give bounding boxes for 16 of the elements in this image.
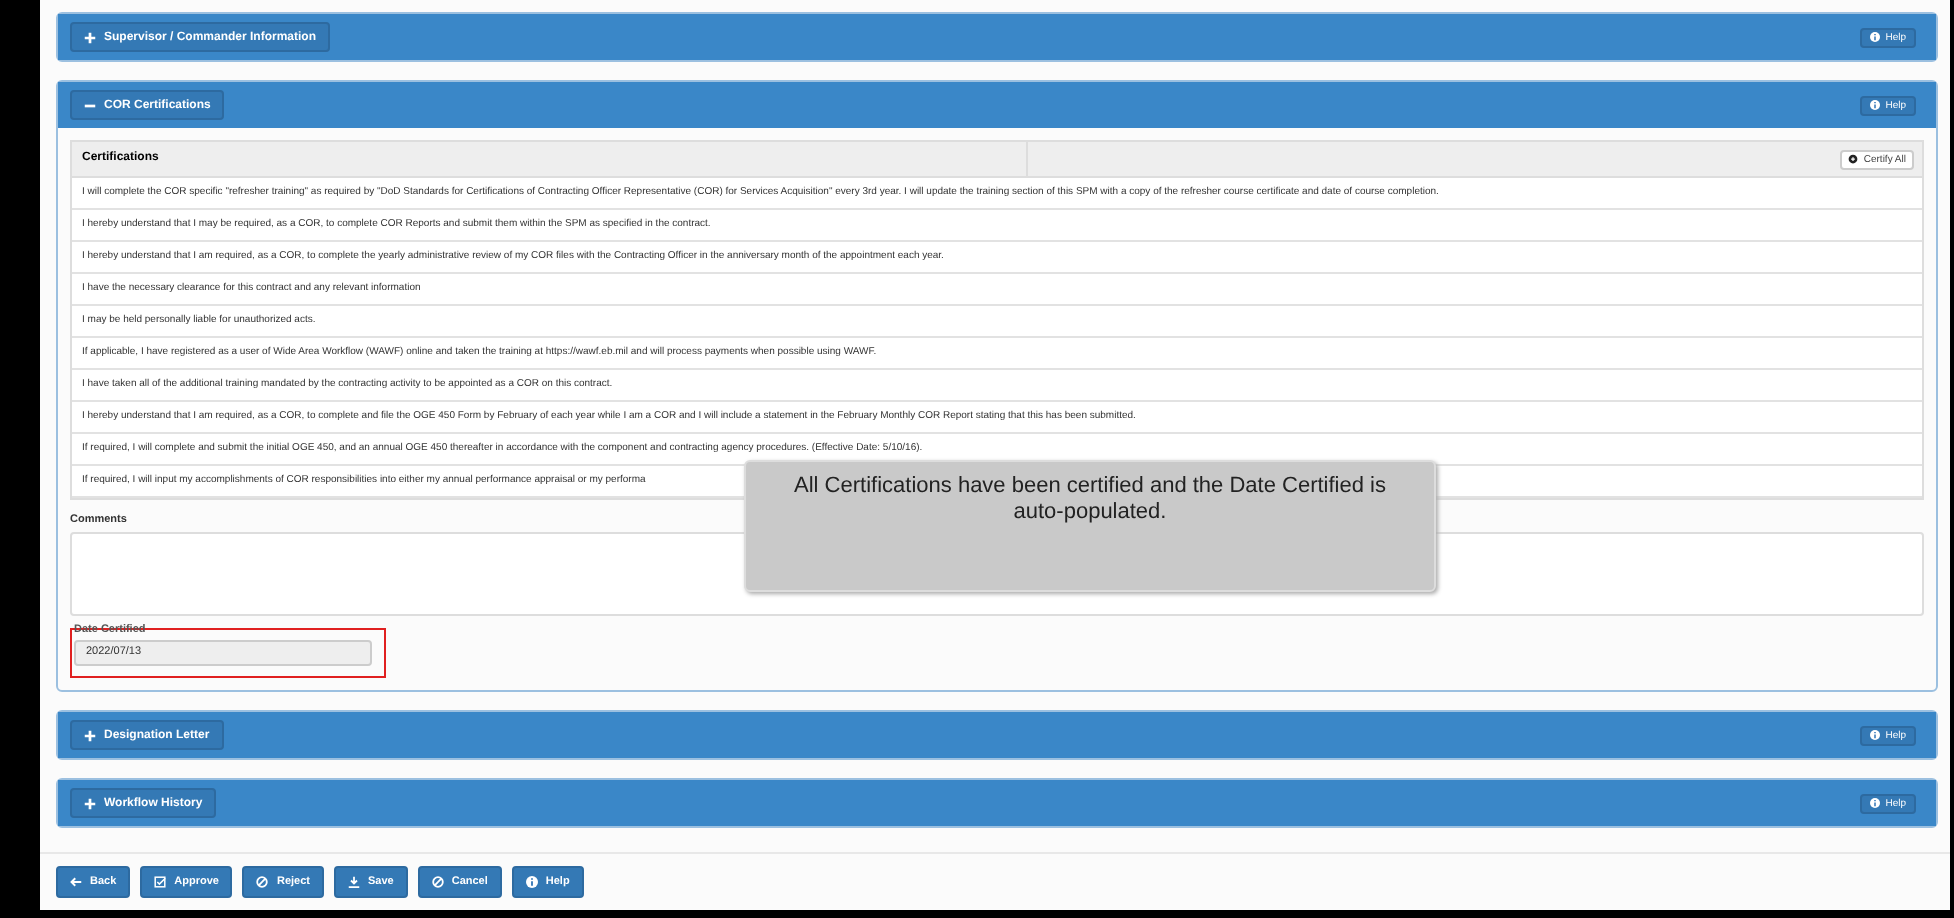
plus-icon [84,729,96,741]
info-icon [1869,32,1880,42]
info-icon [1869,100,1880,110]
circle-icon [1847,154,1858,164]
tooltip: All Certifications have been certified and the Date Certified is auto-populated. [744,460,1436,592]
arrow-icon [70,876,82,888]
info-icon [1869,798,1880,808]
info-icon [1869,730,1880,740]
download-icon [347,876,360,888]
plus-icon [84,31,96,43]
plus-icon [84,797,96,809]
checkbox-icon [154,876,167,888]
ban-icon [431,876,444,888]
ban-icon [256,876,269,888]
info-icon [525,876,538,888]
minus-icon [84,99,96,111]
